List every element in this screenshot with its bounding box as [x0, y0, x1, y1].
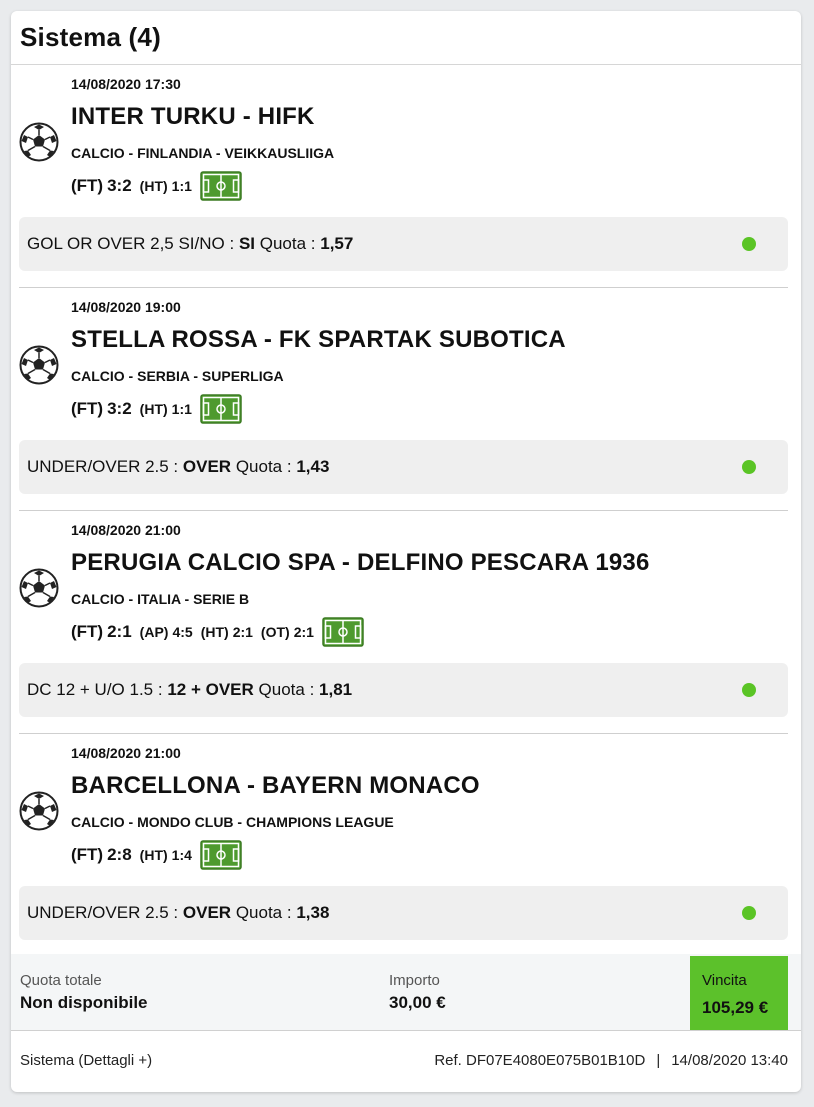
- vincita-label: Vincita: [702, 972, 747, 989]
- score-value: 2:8: [107, 845, 132, 864]
- soccer-field-icon[interactable]: [200, 840, 242, 870]
- quota-label: Quota :: [235, 903, 292, 922]
- score-label: (FT): [71, 622, 104, 641]
- score-label: (OT): [260, 624, 290, 640]
- bet-pick-row: GOL OR OVER 2,5 SI/NO : SI Quota : 1,57: [19, 217, 788, 271]
- score-line: (FT) 2:8 (HT) 1:4: [71, 840, 242, 870]
- score-value: 2:1: [293, 624, 314, 640]
- vincita-value: 105,29 €: [702, 998, 769, 1017]
- score-value: 1:1: [171, 178, 192, 194]
- bet-quota: 1,38: [296, 903, 330, 922]
- score-value: 3:2: [107, 176, 132, 195]
- slip-header: Sistema (4): [11, 11, 801, 65]
- won-status-dot: [742, 906, 756, 920]
- ref-code: Ref. DF07E4080E075B01B10D: [434, 1052, 646, 1069]
- match-title[interactable]: STELLA ROSSA - FK SPARTAK SUBOTICA: [71, 326, 566, 354]
- bet-market: DC 12 + U/O 1.5 :: [27, 680, 163, 699]
- soccer-ball-icon: [19, 345, 59, 385]
- match-title[interactable]: BARCELLONA - BAYERN MONACO: [71, 772, 480, 800]
- footer-separator: |: [656, 1052, 661, 1069]
- score-label: (HT): [139, 847, 168, 863]
- score-value: 4:5: [172, 624, 193, 640]
- score-value: 3:2: [107, 399, 132, 418]
- score-label: (HT): [200, 624, 229, 640]
- score-value: 2:1: [232, 624, 253, 640]
- importo-value: 30,00 €: [389, 993, 446, 1012]
- league-name: CALCIO - ITALIA - SERIE B: [71, 591, 250, 607]
- quota-totale-value: Non disponibile: [20, 993, 148, 1012]
- score-value: 2:1: [107, 622, 132, 641]
- bet-pick: OVER: [182, 457, 232, 476]
- quota-totale: Quota totale Non disponibile: [20, 972, 148, 1013]
- event-item: 14/08/2020 21:00 PERUGIA CALCIO SPA - DEL…: [19, 511, 788, 734]
- score-value: 1:1: [171, 401, 192, 417]
- league-name: CALCIO - SERBIA - SUPERLIGA: [71, 368, 284, 384]
- ref-info: Ref. DF07E4080E075B01B10D | 14/08/2020 13:…: [434, 1052, 788, 1069]
- league-name: CALCIO - FINLANDIA - VEIKKAUSLIIGA: [71, 145, 335, 161]
- bet-market: GOL OR OVER 2,5 SI/NO :: [27, 234, 235, 253]
- won-status-dot: [742, 683, 756, 697]
- quota-label: Quota :: [258, 680, 315, 699]
- quota-label: Quota :: [259, 234, 316, 253]
- match-title[interactable]: INTER TURKU - HIFK: [71, 103, 315, 131]
- slip-title: Sistema (4): [20, 22, 161, 52]
- bet-slip-card: Sistema (4) 14/08/2020 17:30 INTER TURKU …: [11, 11, 801, 1092]
- quota-label: Quota :: [235, 457, 292, 476]
- slip-summary: Quota totale Non disponibile Importo 30,…: [11, 954, 801, 1031]
- bet-market: UNDER/OVER 2.5 :: [27, 457, 179, 476]
- bet-pick-row: UNDER/OVER 2.5 : OVER Quota : 1,43: [19, 440, 788, 494]
- bet-pick: 12 + OVER: [167, 680, 254, 699]
- score-label: (AP): [139, 624, 169, 640]
- bet-pick: SI: [238, 234, 256, 253]
- won-status-dot: [742, 460, 756, 474]
- score-label: (FT): [71, 399, 104, 418]
- event-date: 14/08/2020 21:00: [71, 745, 181, 761]
- soccer-field-icon[interactable]: [322, 617, 364, 647]
- event-date: 14/08/2020 19:00: [71, 299, 181, 315]
- bet-quota: 1,57: [320, 234, 354, 253]
- event-date: 14/08/2020 21:00: [71, 522, 181, 538]
- score-label: (HT): [139, 178, 168, 194]
- bet-market: UNDER/OVER 2.5 :: [27, 903, 179, 922]
- importo-label: Importo: [389, 972, 440, 989]
- quota-totale-label: Quota totale: [20, 972, 102, 989]
- slip-timestamp: 14/08/2020 13:40: [671, 1052, 788, 1069]
- bet-pick: OVER: [182, 903, 232, 922]
- event-date: 14/08/2020 17:30: [71, 76, 181, 92]
- importo: Importo 30,00 €: [389, 972, 446, 1013]
- vincita-box: Vincita 105,29 €: [690, 956, 788, 1030]
- event-item: 14/08/2020 21:00 BARCELLONA - BAYERN MONA…: [19, 734, 788, 956]
- soccer-field-icon[interactable]: [200, 394, 242, 424]
- event-list: 14/08/2020 17:30 INTER TURKU - HIFK CALCIO…: [11, 65, 801, 956]
- bet-quota: 1,43: [296, 457, 330, 476]
- soccer-ball-icon: [19, 122, 59, 162]
- score-label: (HT): [139, 401, 168, 417]
- match-title[interactable]: PERUGIA CALCIO SPA - DELFINO PESCARA 193…: [71, 549, 650, 577]
- details-link[interactable]: Sistema (Dettagli +): [20, 1052, 152, 1069]
- score-line: (FT) 3:2 (HT) 1:1: [71, 171, 242, 201]
- soccer-ball-icon: [19, 791, 59, 831]
- bet-pick-row: UNDER/OVER 2.5 : OVER Quota : 1,38: [19, 886, 788, 940]
- won-status-dot: [742, 237, 756, 251]
- event-item: 14/08/2020 19:00 STELLA ROSSA - FK SPARTA…: [19, 288, 788, 511]
- score-line: (FT) 2:1 (AP) 4:5 (HT) 2:1 (OT) 2:1: [71, 617, 364, 647]
- soccer-ball-icon: [19, 568, 59, 608]
- score-value: 1:4: [171, 847, 192, 863]
- score-label: (FT): [71, 176, 104, 195]
- soccer-field-icon[interactable]: [200, 171, 242, 201]
- score-label: (FT): [71, 845, 104, 864]
- event-item: 14/08/2020 17:30 INTER TURKU - HIFK CALCIO…: [19, 65, 788, 288]
- score-line: (FT) 3:2 (HT) 1:1: [71, 394, 242, 424]
- league-name: CALCIO - MONDO CLUB - CHAMPIONS LEAGUE: [71, 814, 394, 830]
- bet-quota: 1,81: [319, 680, 353, 699]
- slip-footer: Sistema (Dettagli +) Ref. DF07E4080E075B…: [11, 1031, 801, 1092]
- bet-pick-row: DC 12 + U/O 1.5 : 12 + OVER Quota : 1,81: [19, 663, 788, 717]
